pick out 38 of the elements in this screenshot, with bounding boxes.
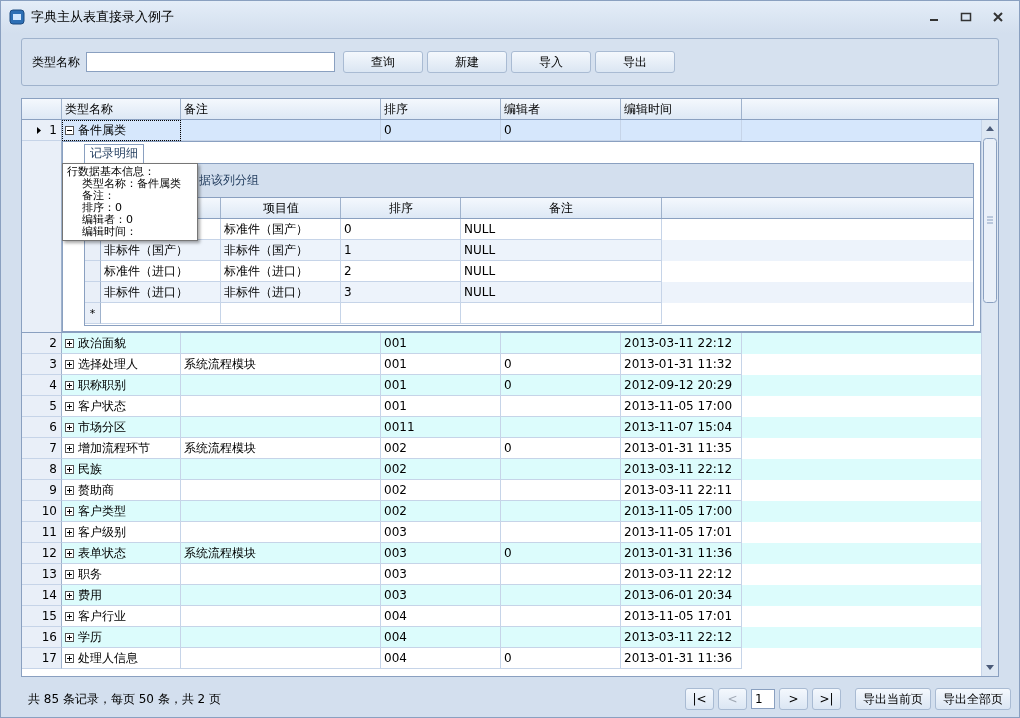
row-number: 10 [41, 504, 57, 518]
tooltip-title: 行数据基本信息： [67, 166, 155, 178]
search-label: 类型名称 [32, 53, 80, 71]
tooltip-line: 排序：0 [82, 202, 122, 214]
table-cell: 处理人信息 [62, 648, 181, 669]
row-number: 16 [41, 630, 57, 644]
row-number: 2 [49, 336, 57, 350]
row-number: 4 [49, 378, 57, 392]
row-number: 9 [49, 483, 57, 497]
row-number: 13 [41, 567, 57, 581]
table-cell: 非标件（进口） [221, 282, 341, 303]
group-hint: 据该列分组 [199, 172, 259, 189]
record-summary: 共 85 条记录，每页 50 条，共 2 页 [28, 690, 223, 708]
row-number: 3 [49, 357, 57, 371]
row-number: 15 [41, 609, 57, 623]
row-number: 17 [41, 651, 57, 665]
new-row-mark: * [85, 303, 101, 324]
table-cell: 3 [341, 282, 461, 303]
table-cell: 非标件（进口） [101, 282, 221, 303]
row-number: 1 [49, 123, 57, 137]
table-cell: 0 [501, 648, 621, 669]
table-cell: 004 [381, 648, 501, 669]
tooltip-line: 备注： [82, 190, 115, 202]
row-number: 12 [41, 546, 57, 560]
row-number: 8 [49, 462, 57, 476]
table-cell: 备件属类 [62, 120, 181, 141]
table-cell: 2013-01-31 11:36 [621, 648, 742, 669]
tooltip-line: 编辑时间： [82, 226, 137, 238]
row-number: 6 [49, 420, 57, 434]
tooltip-line: 类型名称：备件属类 [82, 178, 181, 190]
window-title: 字典主从表直接录入例子 [31, 8, 175, 26]
row-number: 11 [41, 525, 57, 539]
table-cell: NULL [461, 282, 662, 303]
table-cell: 0 [501, 120, 621, 141]
table-cell: 0 [381, 120, 501, 141]
row-number: 5 [49, 399, 57, 413]
row-number: 7 [49, 441, 57, 455]
row-number: 14 [41, 588, 57, 602]
